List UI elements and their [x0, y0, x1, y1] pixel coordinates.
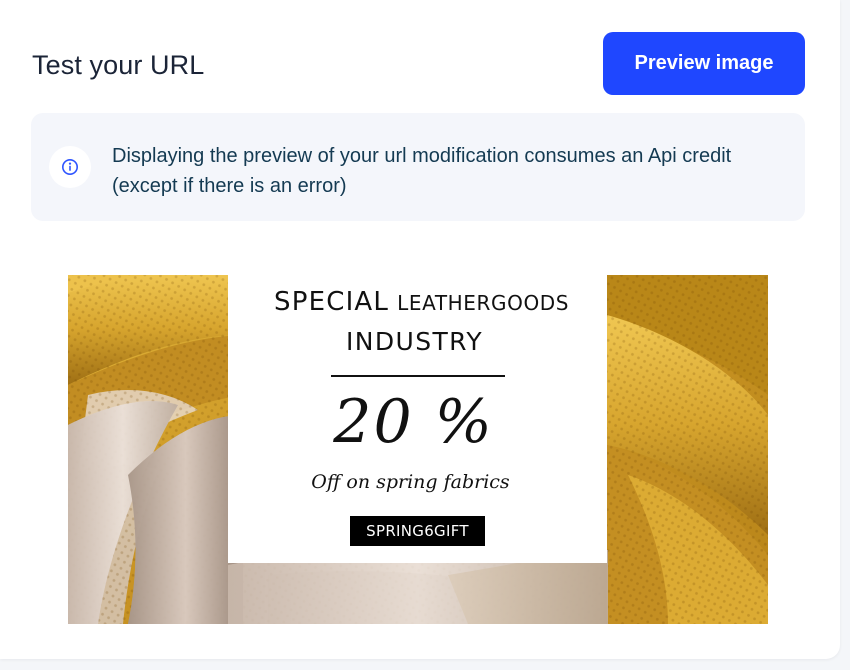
promo-headline: SPECIAL LEATHERGOODS — [274, 287, 569, 317]
promo-divider — [331, 375, 505, 377]
promo-code-badge: SPRING6GIFT — [350, 516, 485, 546]
promo-subtitle: Off on spring fabrics — [311, 471, 510, 493]
section-title: Test your URL — [32, 50, 205, 80]
promo-headline-special: SPECIAL — [274, 287, 390, 317]
promo-card: SPECIAL LEATHERGOODS INDUSTRY 20 % Off on… — [228, 275, 607, 563]
info-message: Displaying the preview of your url modif… — [112, 145, 732, 197]
promo-headline-industry: INDUSTRY — [345, 327, 483, 356]
preview-image: SPECIAL LEATHERGOODS INDUSTRY 20 % Off on… — [68, 275, 768, 624]
preview-image-button[interactable]: Preview image — [603, 32, 805, 95]
info-circle-icon — [49, 146, 91, 188]
promo-headline-leathergoods: LEATHERGOODS — [397, 291, 570, 315]
promo-discount: 20 % — [333, 387, 494, 457]
test-url-card: Test your URL Preview image Displaying t… — [0, 0, 840, 659]
info-banner: Displaying the preview of your url modif… — [31, 113, 805, 221]
